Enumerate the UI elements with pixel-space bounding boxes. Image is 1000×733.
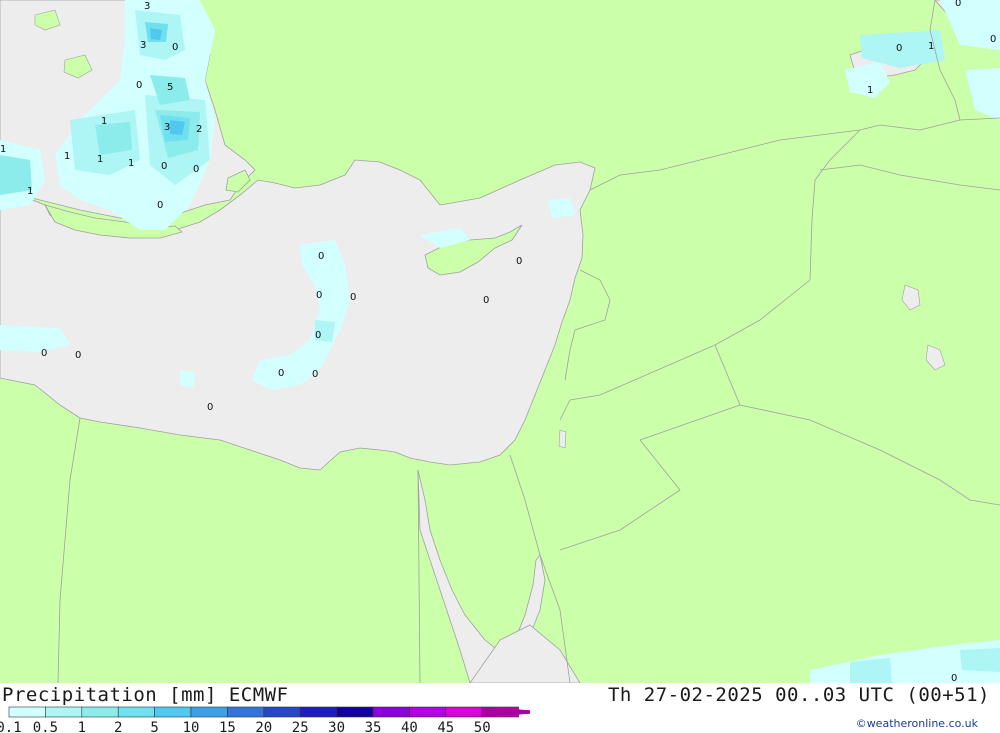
dead-sea xyxy=(558,429,567,449)
legend-tick-label: 45 xyxy=(437,720,454,733)
map-value-label: 0 xyxy=(172,42,178,53)
footer-bar: Precipitation [mm] ECMWF Th 27-02-2025 0… xyxy=(0,683,1000,733)
legend-swatch xyxy=(445,706,483,718)
legend-swatch xyxy=(372,706,410,718)
map-value-label: 0 xyxy=(193,164,199,175)
legend-swatch xyxy=(263,706,301,718)
legend-tick-label: 25 xyxy=(292,720,309,733)
legend-tick-label: 50 xyxy=(474,720,491,733)
map-value-label: 0 xyxy=(136,80,142,91)
map-value-label: 1 xyxy=(0,144,6,155)
map-value-label: 0 xyxy=(207,402,213,413)
map-value-label: 0 xyxy=(516,256,522,267)
map-value-label: 0 xyxy=(951,673,957,683)
legend-tick-label: 40 xyxy=(401,720,418,733)
map-value-label: 0 xyxy=(316,290,322,301)
legend-tick-label: 10 xyxy=(183,720,200,733)
legend-tick-label: 20 xyxy=(255,720,272,733)
legend-swatch xyxy=(117,706,155,718)
map-value-label: 5 xyxy=(167,82,173,93)
legend-tick-label: 35 xyxy=(365,720,382,733)
map-title: Precipitation [mm] ECMWF xyxy=(2,684,289,706)
map-value-label: 3 xyxy=(140,40,146,51)
legend-tick-label: 0.5 xyxy=(33,720,58,733)
map-datetime: Th 27-02-2025 00..03 UTC (00+51) xyxy=(607,684,990,706)
map-value-label: 0 xyxy=(955,0,961,9)
map-value-label: 0 xyxy=(278,368,284,379)
legend-swatch xyxy=(299,706,337,718)
legend-tick-label: 15 xyxy=(219,720,236,733)
map-value-label: 1 xyxy=(928,41,934,52)
map-value-label: 0 xyxy=(312,369,318,380)
legend-tick-label: 0.1 xyxy=(0,720,22,733)
legend-swatch xyxy=(154,706,192,718)
legend-tick-label: 30 xyxy=(328,720,345,733)
map-value-label: 1 xyxy=(64,151,70,162)
legend-tick-label: 5 xyxy=(150,720,158,733)
map-value-label: 3 xyxy=(144,1,150,12)
map-value-label: 0 xyxy=(350,292,356,303)
map-value-label: 1 xyxy=(867,85,873,96)
legend-swatch xyxy=(409,706,447,718)
map-value-label: 0 xyxy=(318,251,324,262)
color-legend: 0.1 0.5 1 2 5 10 15 20 25 30 35 40 45 50 xyxy=(0,706,530,733)
legend-swatch xyxy=(336,706,374,718)
map-value-label: 1 xyxy=(101,116,107,127)
legend-swatch xyxy=(81,706,119,718)
map-value-label: 0 xyxy=(896,43,902,54)
map-value-label: 0 xyxy=(315,330,321,341)
credit-link[interactable]: ©weatheronline.co.uk xyxy=(856,717,978,730)
map-value-label: 0 xyxy=(161,161,167,172)
map-value-label: 0 xyxy=(483,295,489,306)
map-value-label: 0 xyxy=(75,350,81,361)
legend-swatch xyxy=(8,706,46,718)
map-value-label: 0 xyxy=(157,200,163,211)
map-value-label: 1 xyxy=(97,154,103,165)
map-value-label: 0 xyxy=(990,34,996,45)
map-value-label: 0 xyxy=(41,348,47,359)
legend-swatch xyxy=(227,706,265,718)
legend-swatch xyxy=(45,706,83,718)
map-value-label: 1 xyxy=(27,186,33,197)
legend-tick-label: 1 xyxy=(78,720,86,733)
legend-swatch xyxy=(190,706,228,718)
precipitation-map[interactable]: 3 3 0 0 5 1 3 2 1 1 1 1 0 0 1 0 0 0 0 0 … xyxy=(0,0,1000,683)
map-value-label: 2 xyxy=(196,124,202,135)
map-value-label: 3 xyxy=(164,122,170,133)
legend-tick-label: 2 xyxy=(114,720,122,733)
map-value-label: 1 xyxy=(128,158,134,169)
